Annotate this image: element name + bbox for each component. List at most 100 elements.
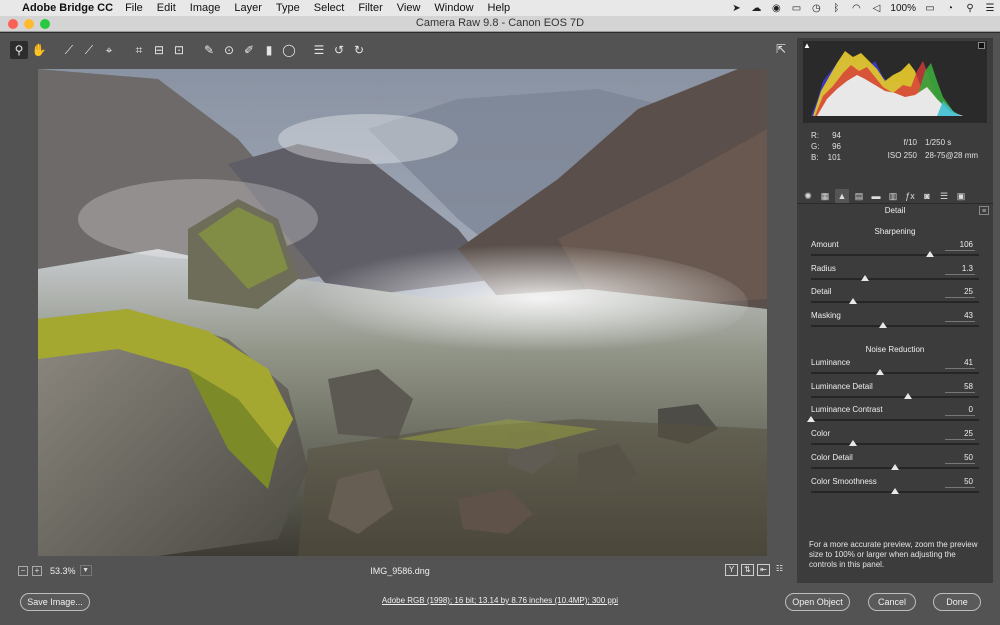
slider-thumb[interactable] bbox=[807, 416, 815, 423]
slider-amount[interactable]: Amount 106 bbox=[811, 240, 981, 262]
targeted-adjustment-tool-icon[interactable]: ⌖ bbox=[100, 41, 118, 59]
slider-thumb[interactable] bbox=[879, 322, 888, 329]
time-machine-icon[interactable]: ◷ bbox=[810, 3, 822, 14]
wifi-icon[interactable]: ◠ bbox=[850, 3, 862, 14]
hsl-tab-icon[interactable]: ▤ bbox=[852, 189, 866, 203]
display-icon[interactable]: ▭ bbox=[790, 3, 802, 14]
swap-settings-icon[interactable]: ⇅ bbox=[741, 564, 754, 576]
hand-tool-icon[interactable]: ✋ bbox=[30, 41, 48, 59]
copy-settings-icon[interactable]: ⇤ bbox=[757, 564, 770, 576]
slider-value[interactable]: 43 bbox=[943, 311, 973, 320]
slider-masking[interactable]: Masking 43 bbox=[811, 311, 981, 333]
effects-tab-icon[interactable]: ƒx bbox=[903, 189, 917, 203]
slider-thumb[interactable] bbox=[849, 298, 857, 305]
color-sampler-tool-icon[interactable]: ⟋ bbox=[80, 41, 98, 59]
menu-filter[interactable]: Filter bbox=[358, 2, 382, 14]
workflow-options-link[interactable]: Adobe RGB (1998); 16 bit; 13.14 by 8.76 … bbox=[0, 596, 1000, 605]
white-balance-tool-icon[interactable]: ⟋ bbox=[60, 41, 78, 59]
transform-tool-icon[interactable]: ⊡ bbox=[170, 41, 188, 59]
menu-layer[interactable]: Layer bbox=[234, 2, 262, 14]
split-toning-tab-icon[interactable]: ▬ bbox=[869, 189, 883, 203]
slider-color-detail[interactable]: Color Detail 50 bbox=[811, 453, 981, 475]
slider-track[interactable] bbox=[811, 325, 979, 328]
spot-removal-tool-icon[interactable]: ✎ bbox=[200, 41, 218, 59]
camera-calibration-tab-icon[interactable]: ◙ bbox=[920, 189, 934, 203]
slider-value[interactable]: 41 bbox=[943, 358, 973, 367]
lens-corrections-tab-icon[interactable]: ▥ bbox=[886, 189, 900, 203]
creative-cloud-icon[interactable]: ◉ bbox=[770, 3, 782, 14]
slider-value[interactable]: 25 bbox=[943, 429, 973, 438]
red-eye-tool-icon[interactable]: ⊙ bbox=[220, 41, 238, 59]
slider-luminance-detail[interactable]: Luminance Detail 58 bbox=[811, 382, 981, 404]
menu-type[interactable]: Type bbox=[276, 2, 300, 14]
slider-value[interactable]: 25 bbox=[943, 287, 973, 296]
menu-help[interactable]: Help bbox=[488, 2, 511, 14]
open-object-button[interactable]: Open Object bbox=[785, 593, 850, 611]
zoom-tool-icon[interactable]: ⚲ bbox=[10, 41, 28, 59]
menu-window[interactable]: Window bbox=[434, 2, 473, 14]
menu-file[interactable]: File bbox=[125, 2, 143, 14]
volume-icon[interactable]: ◁ bbox=[870, 3, 882, 14]
slider-track[interactable] bbox=[811, 443, 979, 446]
slider-value[interactable]: 58 bbox=[943, 382, 973, 391]
menu-view[interactable]: View bbox=[397, 2, 421, 14]
slider-value[interactable]: 1.3 bbox=[943, 264, 973, 273]
notification-icon[interactable]: ☰ bbox=[984, 3, 996, 14]
slider-thumb[interactable] bbox=[926, 251, 935, 257]
rotate-left-icon[interactable]: ↺ bbox=[330, 41, 348, 59]
radial-filter-icon[interactable]: ◯ bbox=[280, 41, 298, 59]
basic-tab-icon[interactable]: ✺ bbox=[801, 189, 815, 203]
slider-value[interactable]: 50 bbox=[943, 477, 973, 486]
adjustment-brush-icon[interactable]: ✐ bbox=[240, 41, 258, 59]
slider-track[interactable] bbox=[811, 395, 979, 398]
search-icon[interactable]: ⚲ bbox=[964, 3, 976, 14]
app-menu[interactable]: Adobe Bridge CC bbox=[22, 2, 113, 14]
slider-track[interactable] bbox=[811, 254, 979, 256]
straighten-tool-icon[interactable]: ⊟ bbox=[150, 41, 168, 59]
cloud-icon[interactable]: ☁ bbox=[750, 3, 762, 14]
highlight-clipping-icon[interactable] bbox=[978, 42, 985, 49]
bluetooth-icon[interactable]: ᛒ bbox=[830, 3, 842, 14]
slider-thumb[interactable] bbox=[904, 392, 913, 399]
tone-curve-tab-icon[interactable]: ▦ bbox=[818, 189, 832, 203]
cancel-button[interactable]: Cancel bbox=[868, 593, 916, 611]
slider-thumb[interactable] bbox=[849, 440, 857, 447]
slider-value[interactable]: 106 bbox=[943, 240, 973, 249]
rotate-right-icon[interactable]: ↻ bbox=[350, 41, 368, 59]
presets-tab-icon[interactable]: ☰ bbox=[937, 189, 951, 203]
slider-track[interactable] bbox=[811, 301, 979, 304]
slider-detail[interactable]: Detail 25 bbox=[811, 287, 981, 309]
crop-tool-icon[interactable]: ⌗ bbox=[130, 41, 148, 59]
slider-value[interactable]: 50 bbox=[943, 453, 973, 462]
slider-color-smoothness[interactable]: Color Smoothness 50 bbox=[811, 477, 981, 499]
menu-select[interactable]: Select bbox=[314, 2, 345, 14]
graduated-filter-icon[interactable]: ▮ bbox=[260, 41, 278, 59]
slider-color[interactable]: Color 25 bbox=[811, 429, 981, 451]
panel-menu-icon[interactable]: ≡ bbox=[979, 206, 989, 215]
slider-luminance-contrast[interactable]: Luminance Contrast 0 bbox=[807, 405, 981, 427]
before-after-y-icon[interactable]: Y bbox=[725, 564, 738, 576]
slider-value[interactable]: 0 bbox=[943, 405, 973, 414]
menu-image[interactable]: Image bbox=[190, 2, 221, 14]
slider-luminance[interactable]: Luminance 41 bbox=[811, 358, 981, 380]
clock-icon[interactable]: ◔ bbox=[944, 3, 956, 14]
preferences-icon[interactable]: ☰ bbox=[310, 41, 328, 59]
slider-thumb[interactable] bbox=[875, 369, 884, 375]
location-icon[interactable]: ➤ bbox=[730, 3, 742, 14]
slider-thumb[interactable] bbox=[860, 274, 869, 281]
slider-track[interactable] bbox=[811, 372, 979, 374]
shadow-clipping-icon[interactable]: ▲ bbox=[803, 41, 811, 50]
done-button[interactable]: Done bbox=[933, 593, 981, 611]
detail-tab-icon[interactable]: ▲ bbox=[835, 188, 849, 203]
fullscreen-toggle-icon[interactable]: ⇱ bbox=[772, 42, 790, 58]
menu-edit[interactable]: Edit bbox=[157, 2, 176, 14]
toggle-settings-icon[interactable]: ☷ bbox=[773, 564, 786, 576]
slider-track[interactable] bbox=[811, 277, 979, 280]
slider-thumb[interactable] bbox=[891, 463, 899, 470]
slider-thumb[interactable] bbox=[891, 487, 899, 494]
slider-track[interactable] bbox=[811, 419, 979, 422]
image-preview[interactable] bbox=[38, 69, 767, 556]
slider-radius[interactable]: Radius 1.3 bbox=[811, 264, 981, 286]
battery-icon[interactable]: ▭ bbox=[924, 3, 936, 14]
snapshots-tab-icon[interactable]: ▣ bbox=[954, 189, 968, 203]
